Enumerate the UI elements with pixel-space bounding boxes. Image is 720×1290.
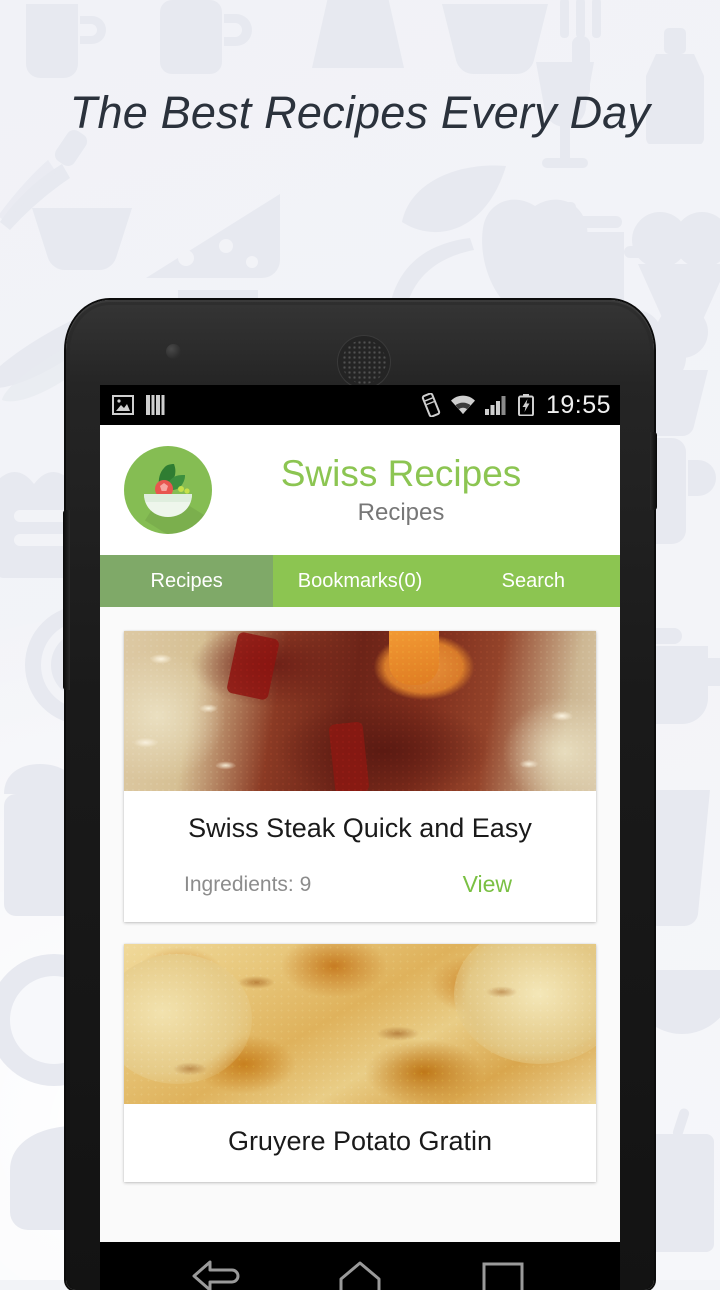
- recipe-card-meta: Ingredients: 9 View: [124, 871, 596, 898]
- cellular-signal-icon: [484, 395, 509, 415]
- tab-bookmarks[interactable]: Bookmarks(0): [273, 555, 446, 607]
- swiss-steak-photo: [124, 631, 596, 791]
- salad-bowl-logo: [124, 446, 212, 534]
- home-button[interactable]: [333, 1260, 387, 1290]
- screenshot-image-icon: [112, 395, 134, 415]
- status-bar: 19:55: [100, 385, 620, 425]
- recipe-list[interactable]: Swiss Steak Quick and Easy Ingredients: …: [100, 607, 620, 1182]
- recipe-card-body: Gruyere Potato Gratin: [124, 1104, 596, 1182]
- phone-device-mockup: 19:55 Swiss Recipes Recipes Recipes Book…: [63, 300, 657, 1290]
- android-nav-bar: [100, 1242, 620, 1290]
- promo-background: The Best Recipes Every Day 19:55 Swiss R…: [0, 0, 720, 1290]
- app-header: Swiss Recipes Recipes: [100, 425, 620, 555]
- back-button[interactable]: [190, 1260, 244, 1290]
- volume-rocker-button[interactable]: [63, 510, 70, 690]
- status-bar-clock: 19:55: [545, 390, 611, 419]
- gruyere-potato-gratin-photo: [124, 944, 596, 1104]
- recents-button[interactable]: [476, 1260, 530, 1290]
- mortar-icon: [28, 196, 138, 276]
- book-library-icon: [146, 394, 166, 416]
- app-title-block: Swiss Recipes Recipes: [212, 452, 620, 528]
- recipe-card[interactable]: Swiss Steak Quick and Easy Ingredients: …: [124, 631, 596, 922]
- recipe-title: Swiss Steak Quick and Easy: [188, 813, 532, 843]
- tab-search[interactable]: Search: [447, 555, 620, 607]
- battery-charging-icon: [517, 394, 534, 416]
- earpiece-speaker-icon: [338, 336, 390, 388]
- tab-bar: Recipes Bookmarks(0) Search: [100, 555, 620, 607]
- front-camera-icon: [166, 344, 181, 359]
- phone-screen: 19:55 Swiss Recipes Recipes Recipes Book…: [100, 385, 620, 1290]
- tab-recipes[interactable]: Recipes: [100, 555, 274, 607]
- app-title: Swiss Recipes: [280, 453, 522, 494]
- recipe-title: Gruyere Potato Gratin: [227, 1126, 493, 1156]
- status-bar-left-icons: [112, 394, 166, 416]
- wifi-icon: [450, 395, 476, 415]
- recipe-card-body: Swiss Steak Quick and Easy Ingredients: …: [124, 791, 596, 922]
- recipe-card[interactable]: Gruyere Potato Gratin: [124, 944, 596, 1182]
- status-bar-right-icons: 19:55: [421, 391, 611, 420]
- mug-icon: [18, 0, 110, 90]
- ingredients-count: Ingredients: 9: [184, 872, 312, 896]
- view-button[interactable]: View: [463, 871, 512, 898]
- power-button[interactable]: [650, 432, 657, 510]
- page-title: The Best Recipes Every Day: [69, 87, 651, 138]
- vibrate-icon: [421, 393, 441, 417]
- app-subtitle: Recipes: [357, 499, 445, 526]
